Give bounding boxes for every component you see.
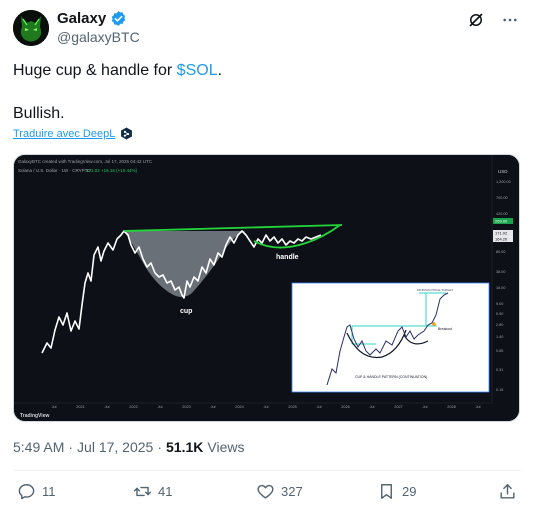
meta-separator: · — [157, 439, 163, 455]
price-badge-label: 164.20 — [495, 237, 508, 242]
tweet-text: Huge cup & handle for $SOL. Bullish. — [13, 60, 518, 125]
deepl-icon — [121, 127, 133, 140]
time-tick-label: 2028 — [447, 405, 455, 409]
time-tick-label: Jul — [105, 405, 110, 409]
views-count: 51.1K — [166, 439, 204, 455]
price-tick-label: 0.15 — [496, 388, 503, 392]
price-tick-label: 5.90 — [496, 312, 503, 316]
price-badge-label: 171.02 — [495, 231, 508, 236]
price-badge-label: 269.00 — [495, 219, 508, 224]
chart-symbol-text: Solana / U.S. Dollar · 1W · CRYPTO — [18, 168, 91, 173]
time-tick-label: 2022 — [129, 405, 137, 409]
chart-ohlc-text: 171.02 +16.16 (+10.44%) — [86, 168, 138, 173]
time-tick-label: 2023 — [182, 405, 190, 409]
time-tick-label: Jul — [370, 405, 375, 409]
more-icon[interactable] — [500, 10, 520, 30]
meta-separator: · — [68, 439, 74, 455]
divider — [13, 470, 521, 471]
tweet-text-line2: Bullish. — [13, 105, 65, 122]
price-tick-label: 2.80 — [496, 323, 503, 327]
bookmark-icon — [381, 484, 392, 499]
cashtag-link[interactable]: $SOL — [177, 62, 218, 79]
display-name[interactable]: Galaxy — [57, 10, 106, 27]
tweet-text-part: . — [217, 62, 223, 79]
views-label: Views — [207, 439, 245, 455]
reply-count: 11 — [42, 484, 56, 499]
tradingview-watermark: TradingView — [20, 413, 49, 419]
bookmark-count: 29 — [402, 484, 417, 499]
tweet-text-part: Huge cup & handle for — [13, 62, 177, 79]
tweet-time[interactable]: 5:49 AM — [13, 439, 64, 455]
avatar-image — [13, 10, 49, 46]
price-tick-label: 80.00 — [496, 250, 506, 254]
share-button[interactable] — [498, 482, 517, 501]
bookmark-button[interactable]: 29 — [377, 482, 416, 501]
price-tick-label: 420.00 — [496, 212, 508, 216]
repost-button[interactable]: 41 — [133, 482, 172, 501]
reply-icon — [18, 484, 35, 500]
handle-label: handle — [276, 254, 299, 261]
like-count: 327 — [281, 484, 303, 499]
inset-target-label: MINIMUM PRICE TARGET — [417, 288, 453, 292]
time-tick-label: Jul — [423, 405, 428, 409]
reply-button[interactable]: 11 — [17, 482, 56, 501]
chart-screenshot: GalaxyBTC created with TradingView.com, … — [14, 155, 519, 421]
like-button[interactable]: 327 — [256, 482, 303, 501]
time-tick-label: 2021 — [76, 405, 84, 409]
inset-breakout-label: Breakout — [438, 327, 452, 331]
time-tick-label: Jul — [52, 405, 57, 409]
pattern-inset: MINIMUM PRICE TARGET Breakout CUP & HAND… — [291, 282, 490, 393]
time-tick-label: 2024 — [235, 405, 243, 409]
inset-title: CUP & HANDLE PATTERN (CONTINUATION) — [355, 375, 427, 379]
share-icon — [500, 484, 515, 499]
price-tick-label: 1,200.00 — [496, 180, 511, 184]
price-tick-label: 0.65 — [496, 349, 503, 353]
grok-icon[interactable] — [466, 10, 486, 30]
time-tick-label: Jul — [476, 405, 481, 409]
verified-badge-icon — [112, 11, 126, 26]
like-icon — [257, 484, 274, 499]
time-tick-label: 2025 — [288, 405, 296, 409]
action-bar: 11 41 327 29 — [13, 482, 520, 506]
translate-label[interactable]: Traduire avec DeepL — [13, 128, 115, 140]
price-tick-label: 0.31 — [496, 368, 503, 372]
time-tick-label: 2026 — [341, 405, 349, 409]
cup-label: cup — [180, 308, 192, 315]
translate-link[interactable]: Traduire avec DeepL — [13, 127, 133, 140]
time-tick-label: Jul — [158, 405, 163, 409]
price-tick-label: 38.00 — [496, 270, 506, 274]
repost-count: 41 — [158, 484, 173, 499]
time-tick-label: Jul — [211, 405, 216, 409]
price-tick-label: 9.00 — [496, 302, 503, 306]
repost-icon — [133, 486, 152, 497]
avatar[interactable] — [13, 10, 49, 46]
price-tick-label: 700.00 — [496, 196, 508, 200]
time-tick-label: Jul — [264, 405, 269, 409]
tweet-date[interactable]: Jul 17, 2025 — [77, 439, 153, 455]
chart-header-text: GalaxyBTC created with TradingView.com, … — [18, 159, 153, 164]
price-tick-label: 1.40 — [496, 335, 503, 339]
currency-label: USD — [498, 169, 508, 174]
tweet-meta: 5:49 AM · Jul 17, 2025 · 51.1K Views — [13, 439, 244, 455]
author-handle[interactable]: @galaxyBTC — [57, 29, 140, 45]
tweet-media[interactable]: GalaxyBTC created with TradingView.com, … — [13, 154, 520, 422]
price-tick-label: 16.00 — [496, 286, 506, 290]
time-tick-label: 2027 — [394, 405, 402, 409]
time-tick-label: Jul — [317, 405, 322, 409]
